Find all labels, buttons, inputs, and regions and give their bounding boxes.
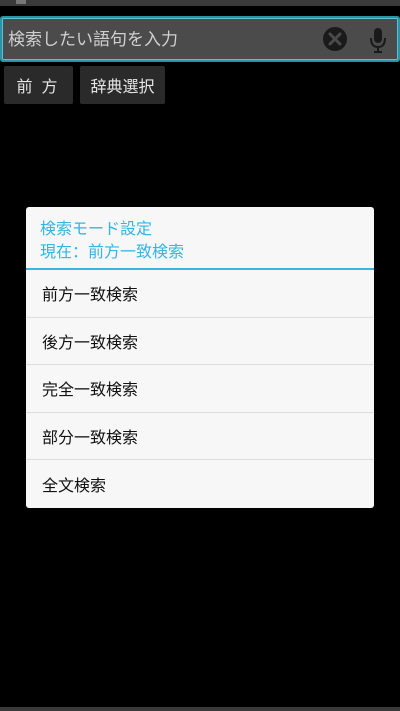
- microphone-icon[interactable]: [366, 24, 390, 56]
- option-fulltext-search[interactable]: 全文検索: [26, 460, 374, 508]
- dialog-header: 検索モード設定 現在：前方一致検索: [26, 207, 374, 270]
- option-prefix-match[interactable]: 前方一致検索: [26, 270, 374, 318]
- search-bar: [0, 16, 400, 62]
- dictionary-select-button[interactable]: 辞典選択: [80, 66, 165, 104]
- search-mode-button[interactable]: 前方: [4, 66, 73, 104]
- option-suffix-match[interactable]: 後方一致検索: [26, 318, 374, 366]
- status-icon: [16, 0, 26, 4]
- bottom-edge: [0, 707, 400, 711]
- dialog-title: 検索モード設定: [40, 219, 153, 238]
- clear-icon[interactable]: [323, 27, 347, 51]
- search-mode-dialog: 検索モード設定 現在：前方一致検索 前方一致検索 後方一致検索 完全一致検索 部…: [26, 207, 374, 508]
- dialog-current-mode: 現在：前方一致検索: [40, 242, 185, 261]
- option-exact-match[interactable]: 完全一致検索: [26, 365, 374, 413]
- status-bar: [0, 0, 400, 6]
- search-input[interactable]: [8, 24, 308, 56]
- option-partial-match[interactable]: 部分一致検索: [26, 413, 374, 461]
